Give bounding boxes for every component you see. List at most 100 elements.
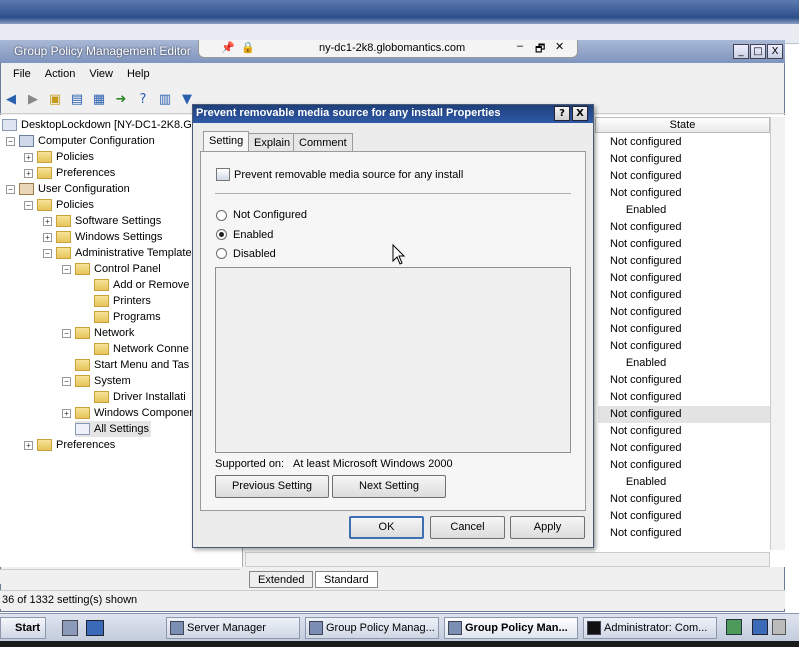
- setting-state-cell[interactable]: Not configured: [598, 440, 770, 457]
- setting-state-cell[interactable]: Not configured: [598, 236, 770, 253]
- setting-state-cell[interactable]: Not configured: [598, 185, 770, 202]
- expand-icon[interactable]: +: [24, 168, 33, 178]
- tray-network-icon[interactable]: [726, 619, 742, 635]
- start-button[interactable]: Start: [0, 617, 46, 639]
- radio-not-configured[interactable]: [216, 210, 227, 221]
- tab-standard[interactable]: Standard: [315, 571, 378, 588]
- collapse-icon[interactable]: −: [6, 136, 15, 146]
- label-disabled[interactable]: Disabled: [233, 248, 276, 260]
- label-not-configured[interactable]: Not Configured: [233, 209, 307, 221]
- setting-state-cell[interactable]: Enabled: [598, 355, 694, 372]
- cancel-button[interactable]: Cancel: [430, 516, 505, 539]
- tree-node-start-menu[interactable]: Start Menu and Tas: [75, 357, 189, 373]
- menu-view[interactable]: View: [82, 68, 120, 80]
- tree-node-network-conn[interactable]: Network Conne: [94, 341, 189, 357]
- radio-enabled[interactable]: [216, 229, 227, 240]
- tray-monitor-icon[interactable]: [752, 619, 768, 635]
- list-vertical-scrollbar[interactable]: [770, 117, 785, 550]
- task-admin-cmd[interactable]: Administrator: Com...: [583, 617, 717, 639]
- tab-comment[interactable]: Comment: [293, 133, 353, 152]
- setting-state-cell[interactable]: Not configured: [598, 219, 770, 236]
- expand-icon[interactable]: +: [62, 408, 71, 418]
- collapse-icon[interactable]: −: [43, 248, 52, 258]
- setting-state-cell[interactable]: Not configured: [598, 525, 770, 542]
- tree-node-programs[interactable]: Programs: [94, 309, 161, 325]
- task-server-manager[interactable]: Server Manager: [166, 617, 300, 639]
- tree-node-control-panel[interactable]: − Control Panel: [62, 261, 161, 277]
- tree-node-user-config[interactable]: − User Configuration: [6, 181, 130, 197]
- tree-node-computer-config[interactable]: − Computer Configuration: [6, 133, 155, 149]
- back-arrow-icon[interactable]: ◀: [2, 91, 20, 109]
- dialog-close-button[interactable]: X: [572, 106, 588, 121]
- tree-horizontal-scrollbar[interactable]: [0, 569, 240, 584]
- radio-disabled[interactable]: [216, 248, 227, 259]
- tab-explain[interactable]: Explain: [248, 133, 297, 152]
- rdp-close-button[interactable]: ✕: [555, 40, 564, 53]
- collapse-icon[interactable]: −: [6, 184, 15, 194]
- collapse-icon[interactable]: −: [62, 376, 71, 386]
- export-list-icon[interactable]: ➜: [112, 91, 130, 109]
- tree-node-cc-policies[interactable]: + Policies: [24, 149, 94, 165]
- show-hide-tree-icon[interactable]: ▤: [68, 91, 86, 109]
- dialog-title[interactable]: Prevent removable media source for any i…: [193, 105, 593, 123]
- task-group-policy-management[interactable]: Group Policy Manag...: [305, 617, 439, 639]
- collapse-icon[interactable]: −: [62, 328, 71, 338]
- setting-state-cell[interactable]: Not configured: [598, 321, 770, 338]
- menu-action[interactable]: Action: [38, 68, 83, 80]
- state-column-header[interactable]: State: [595, 117, 770, 133]
- view-icon[interactable]: ▥: [156, 91, 174, 109]
- setting-state-cell[interactable]: Enabled: [598, 474, 694, 491]
- next-setting-button[interactable]: Next Setting: [332, 475, 446, 498]
- setting-state-cell[interactable]: Not configured: [598, 338, 770, 355]
- setting-state-cell[interactable]: Not configured: [598, 508, 770, 525]
- forward-arrow-icon[interactable]: ▶: [24, 91, 42, 109]
- menu-help[interactable]: Help: [120, 68, 157, 80]
- setting-state-cell[interactable]: Not configured: [598, 389, 770, 406]
- dialog-help-button[interactable]: ?: [554, 106, 570, 121]
- previous-setting-button[interactable]: Previous Setting: [215, 475, 329, 498]
- setting-state-cell[interactable]: Not configured: [598, 253, 770, 270]
- setting-state-cell[interactable]: Not configured: [598, 304, 770, 321]
- setting-state-cell[interactable]: Not configured: [598, 287, 770, 304]
- list-horizontal-scrollbar[interactable]: [245, 552, 770, 567]
- tree-node-system[interactable]: − System: [62, 373, 131, 389]
- setting-state-cell[interactable]: Not configured: [598, 491, 770, 508]
- expand-icon[interactable]: +: [24, 440, 33, 450]
- help-icon[interactable]: ?: [134, 91, 152, 109]
- up-folder-icon[interactable]: ▣: [46, 91, 64, 109]
- quick-launch-server-icon[interactable]: [62, 620, 78, 636]
- label-enabled[interactable]: Enabled: [233, 229, 273, 241]
- rdp-restore-button[interactable]: 🗗: [535, 40, 545, 59]
- quick-launch-console-icon[interactable]: [86, 620, 104, 636]
- tree-node-uc-preferences[interactable]: + Preferences: [24, 437, 115, 453]
- tree-node-printers[interactable]: Printers: [94, 293, 151, 309]
- minimize-button[interactable]: _: [733, 44, 749, 59]
- setting-state-cell[interactable]: Not configured: [598, 270, 770, 287]
- tree-node-windows-settings[interactable]: + Windows Settings: [43, 229, 162, 245]
- tree-node-driver-install[interactable]: Driver Installati: [94, 389, 186, 405]
- expand-icon[interactable]: +: [24, 152, 33, 162]
- expand-icon[interactable]: +: [43, 232, 52, 242]
- collapse-icon[interactable]: −: [62, 264, 71, 274]
- tree-node-windows-components[interactable]: + Windows Componen: [62, 405, 196, 421]
- apply-button[interactable]: Apply: [510, 516, 585, 539]
- close-button[interactable]: X: [767, 44, 783, 59]
- tree-node-uc-policies[interactable]: − Policies: [24, 197, 94, 213]
- setting-state-cell[interactable]: Not configured: [598, 457, 770, 474]
- setting-state-cell[interactable]: Not configured: [598, 406, 770, 423]
- setting-state-cell[interactable]: Not configured: [598, 423, 770, 440]
- rdp-minimize-button[interactable]: –: [517, 40, 523, 52]
- setting-state-cell[interactable]: Not configured: [598, 134, 770, 151]
- collapse-icon[interactable]: −: [24, 200, 33, 210]
- ok-button[interactable]: OK: [349, 516, 424, 539]
- task-group-policy-editor[interactable]: Group Policy Man...: [444, 617, 578, 639]
- tree-node-root[interactable]: DesktopLockdown [NY-DC1-2K8.GL: [2, 117, 198, 133]
- tree-node-admin-templates[interactable]: − Administrative Template: [43, 245, 192, 261]
- setting-state-cell[interactable]: Enabled: [598, 202, 694, 219]
- pin-icon[interactable]: 📌: [221, 41, 235, 54]
- maximize-button[interactable]: □: [750, 44, 766, 59]
- properties-icon[interactable]: ▦: [90, 91, 108, 109]
- menu-file[interactable]: File: [6, 68, 38, 80]
- tree-node-cc-preferences[interactable]: + Preferences: [24, 165, 115, 181]
- tree-node-all-settings[interactable]: All Settings: [75, 421, 152, 437]
